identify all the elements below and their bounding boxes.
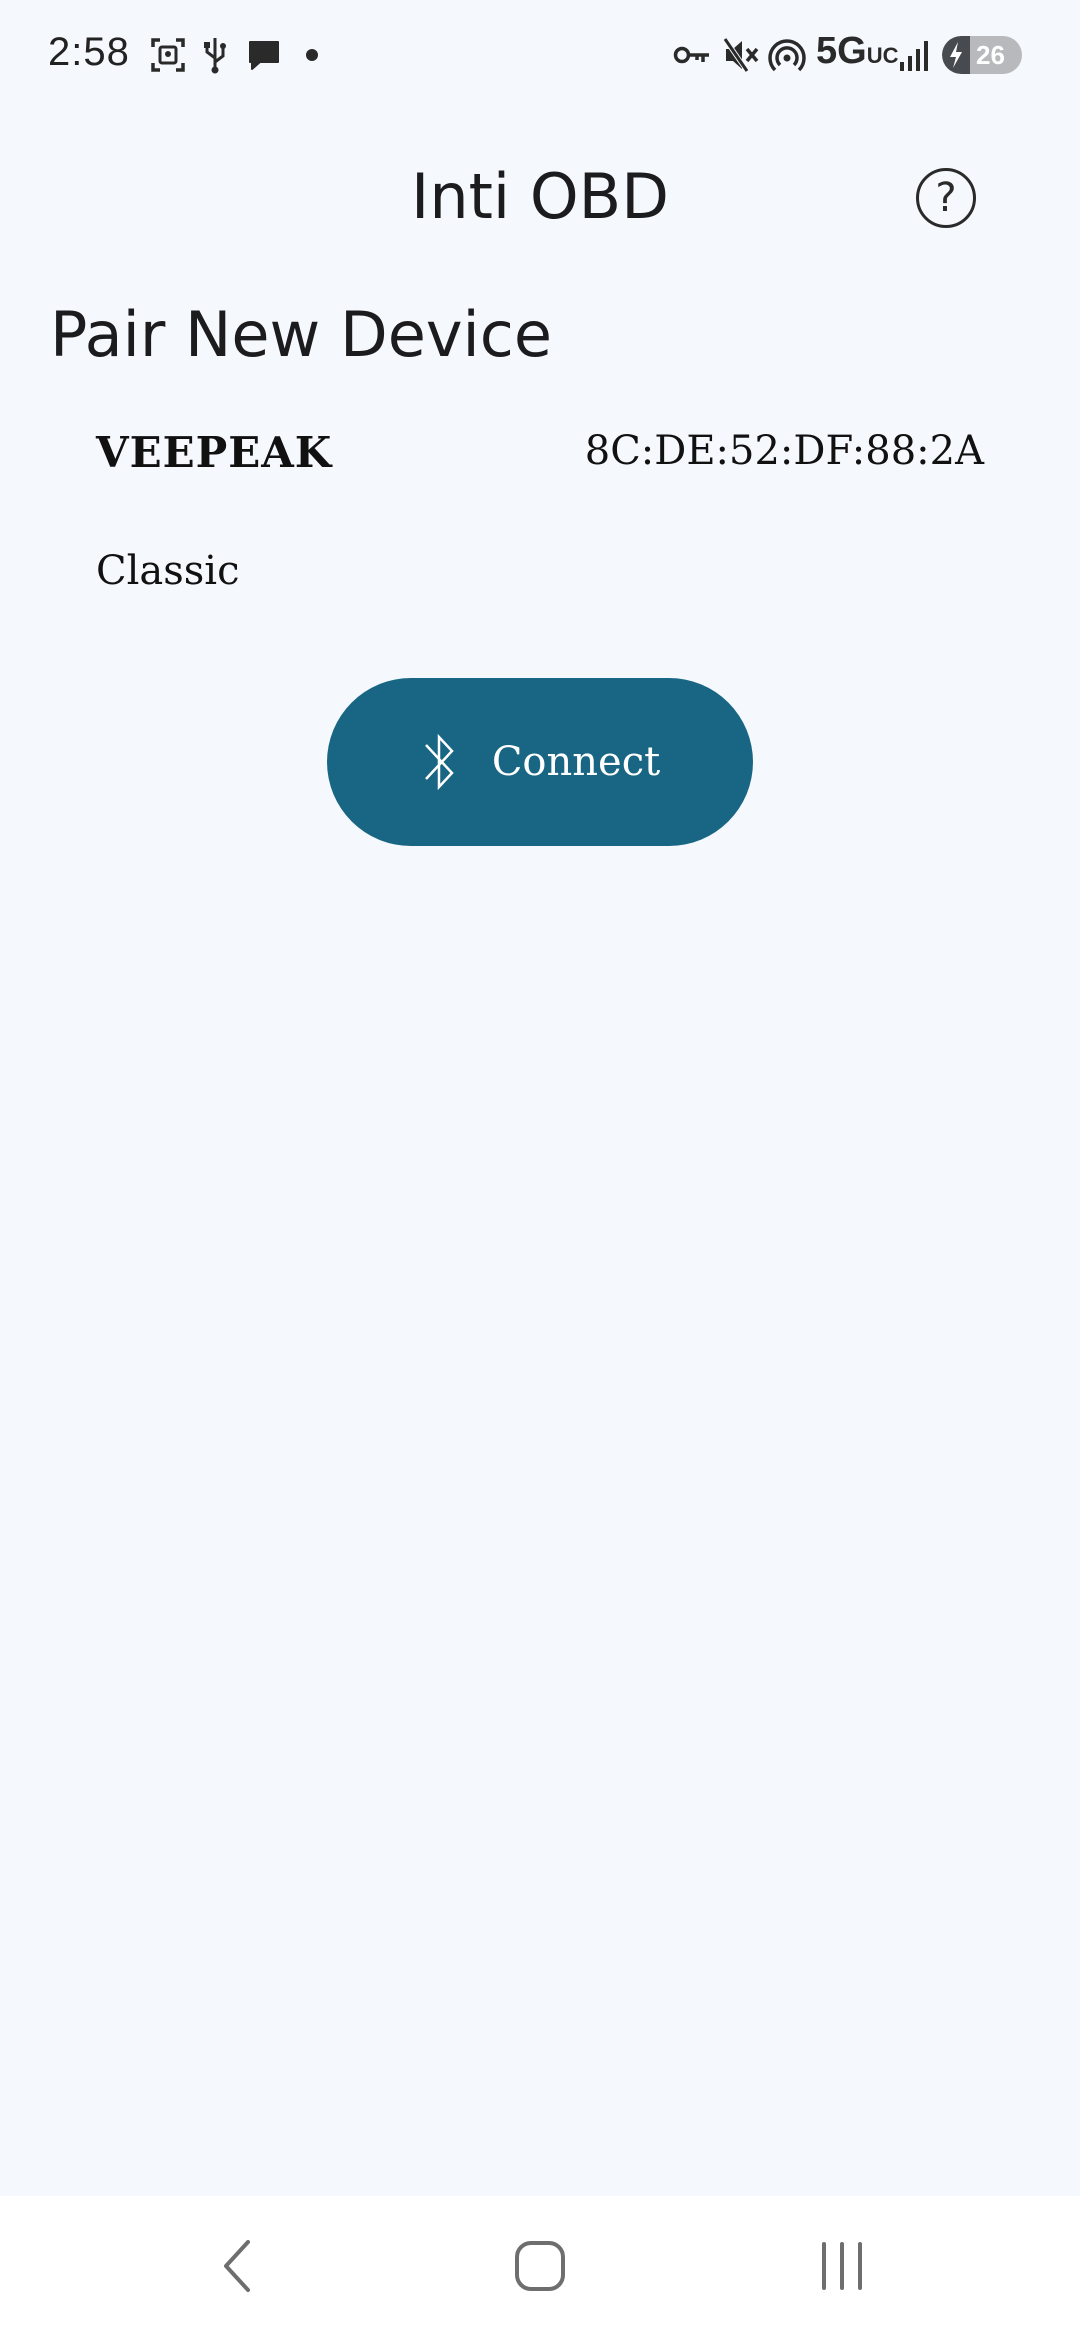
screenshot-icon	[148, 32, 188, 78]
connect-label: Connect	[491, 739, 661, 785]
back-icon	[218, 2238, 258, 2298]
status-time: 2:58	[48, 30, 130, 74]
signal-icon	[898, 32, 934, 78]
chat-bubble-icon	[244, 32, 284, 78]
bluetooth-icon	[420, 727, 460, 797]
recents-icon	[818, 2242, 866, 2294]
lightning-icon	[942, 36, 970, 74]
navigation-bar	[0, 2196, 1080, 2340]
device-name: VEEPEAK	[96, 428, 333, 477]
back-button[interactable]	[158, 2196, 318, 2340]
connect-button[interactable]: Connect	[327, 678, 753, 846]
hotspot-icon	[766, 32, 808, 78]
device-type: Classic	[96, 548, 240, 594]
section-title: Pair New Device	[50, 298, 552, 371]
mute-icon	[722, 32, 762, 78]
home-button[interactable]	[460, 2196, 620, 2340]
usb-icon	[200, 32, 230, 78]
battery-level: 26	[976, 39, 1005, 70]
help-button[interactable]: ?	[916, 168, 976, 228]
help-icon: ?	[935, 175, 957, 221]
device-list-item[interactable]: VEEPEAK 8C:DE:52:DF:88:2A Classic	[0, 420, 1080, 690]
device-address: 8C:DE:52:DF:88:2A	[584, 428, 984, 474]
battery-charging-icon: 26	[942, 36, 1022, 74]
network-label: 5GUC	[816, 30, 899, 72]
home-icon	[514, 2240, 566, 2296]
dot-icon	[300, 32, 324, 78]
status-bar: 2:58 5GUC 26	[0, 0, 1080, 110]
recents-button[interactable]	[762, 2196, 922, 2340]
vpn-key-icon	[672, 32, 712, 78]
